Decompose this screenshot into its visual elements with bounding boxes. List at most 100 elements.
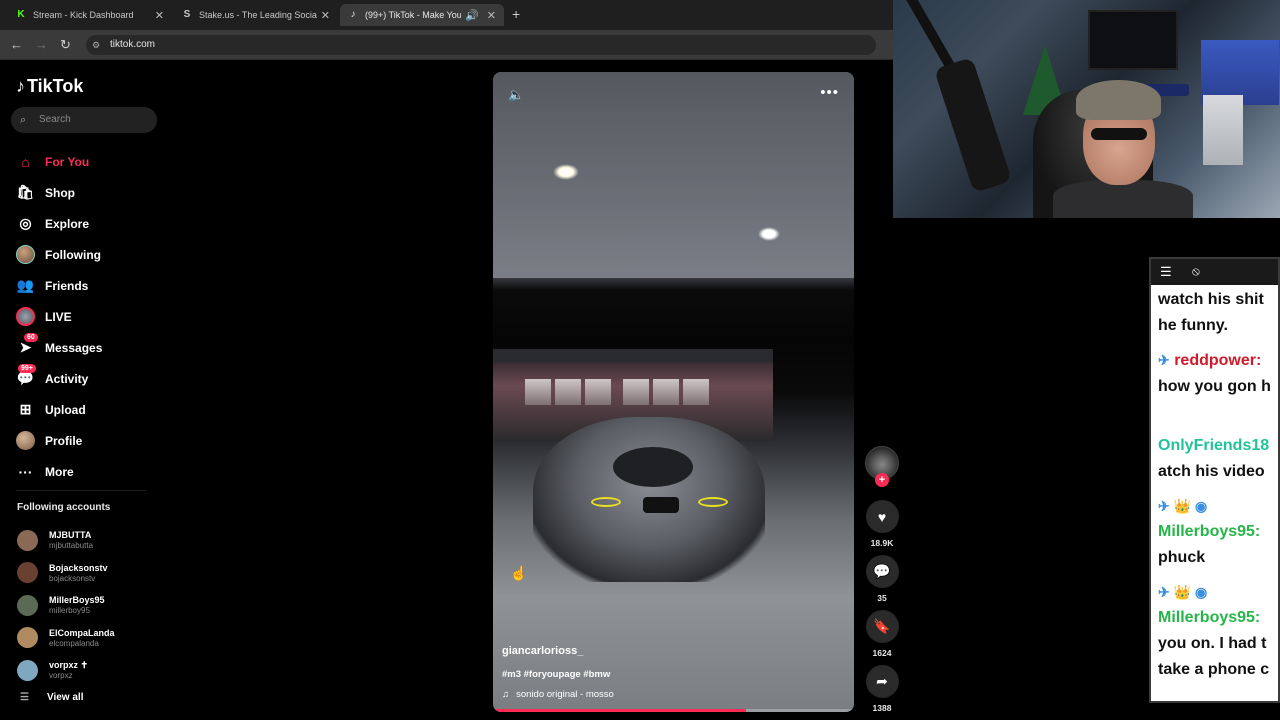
video-frame-car [533, 417, 765, 582]
comment-button[interactable]: 💬 35 [865, 555, 899, 603]
account-item[interactable]: MillerBoys95 millerboy95 [17, 589, 115, 622]
chat-username: Millerboys95: [1158, 523, 1261, 540]
more-options-icon[interactable]: ••• [820, 84, 839, 101]
account-item[interactable]: MJBUTTA mjbuttabutta [17, 524, 115, 557]
video-hashtags[interactable]: #m3 #foryoupage #bmw [502, 669, 610, 680]
save-button[interactable]: 🔖 1624 [865, 610, 899, 658]
url-text: tiktok.com [110, 39, 156, 50]
sidebar-item-explore[interactable]: ◎ Explore [16, 208, 102, 239]
avatar [17, 627, 38, 649]
view-all-link[interactable]: ☰ View all [20, 692, 83, 703]
share-button[interactable]: ➦ 1388 [865, 665, 899, 713]
bookmark-icon: 🔖 [865, 610, 899, 643]
sidebar-item-upload[interactable]: ⊞ Upload [16, 394, 102, 425]
new-tab-button[interactable]: + [512, 6, 520, 22]
stream-chat-overlay: ☰ ⦸ watch his shit he funny. ✈ reddpower… [1149, 257, 1280, 703]
share-arrow-icon: ➦ [865, 665, 899, 698]
sidebar-item-label: Messages [45, 340, 103, 355]
avatar-icon [16, 245, 35, 264]
speaker-icon[interactable]: 🔊 [465, 9, 479, 22]
chat-header: ☰ ⦸ [1151, 259, 1278, 285]
follow-plus-button[interactable]: + [875, 473, 889, 487]
chat-text: take a phone c [1158, 661, 1270, 678]
sidebar-item-profile[interactable]: Profile [16, 425, 102, 456]
account-item[interactable]: ElCompaLanda elcompalanda [17, 622, 115, 655]
mute-toggle-icon[interactable]: 🔈 [508, 87, 524, 103]
browser-tab-bar: K Stream - Kick Dashboard ✕ S Stake.us -… [0, 0, 893, 30]
sidebar-item-shop[interactable]: 🛍 Shop [16, 177, 102, 208]
chat-text: watch his shit [1158, 291, 1264, 308]
avatar [17, 659, 38, 681]
account-item[interactable]: Bojacksonstv bojacksonstv [17, 557, 115, 590]
sidebar-divider [16, 490, 146, 491]
sidebar-item-label: For You [45, 154, 90, 169]
search-placeholder: Search [39, 114, 71, 125]
webcam-tv [1088, 10, 1178, 70]
sidebar-item-more[interactable]: ··· More [16, 456, 102, 487]
comment-icon: 💬 [865, 555, 899, 588]
account-name: ElCompaLanda [49, 627, 115, 638]
account-name: Bojacksonstv [49, 562, 108, 573]
compass-icon: ◎ [19, 215, 32, 231]
sidebar-item-friends[interactable]: 👥 Friends [16, 270, 102, 301]
video-music[interactable]: ♫ sonido original - mosso [502, 689, 614, 700]
video-frame-light [758, 227, 780, 241]
address-bar-row: ← → ↻ ⚙ tiktok.com [0, 30, 893, 60]
following-accounts-list: MJBUTTA mjbuttabutta Bojacksonstv bojackso… [17, 524, 115, 687]
video-progress-bar[interactable] [493, 709, 854, 712]
plus-square-icon: ⊞ [19, 401, 32, 417]
close-tab-icon[interactable]: ✕ [321, 9, 330, 22]
account-item[interactable]: vorpxz ✝ vorpxz [17, 654, 115, 687]
tab-tiktok[interactable]: ♪ (99+) TikTok - Make Your Da 🔊 ✕ [340, 4, 504, 26]
back-arrow-icon[interactable]: ← [10, 37, 23, 52]
sidebar-item-live[interactable]: LIVE [16, 301, 102, 332]
account-name: vorpxz ✝ [49, 660, 89, 671]
stake-favicon-icon: S [183, 9, 191, 20]
reload-icon[interactable]: ↻ [60, 37, 71, 53]
share-count: 1388 [872, 703, 892, 713]
account-username: mjbuttabutta [49, 541, 94, 551]
tab-title: (99+) TikTok - Make Your Da [365, 10, 462, 20]
video-player[interactable]: 🔈 ••• giancarlorioss_ #m3 #foryoupage #b… [493, 72, 854, 712]
block-icon[interactable]: ⦸ [1192, 264, 1200, 279]
list-icon: ☰ [20, 692, 29, 703]
tiktok-logo[interactable]: ♪ TikTok [16, 76, 83, 97]
forward-arrow-icon[interactable]: → [35, 37, 48, 52]
comment-count: 35 [877, 593, 887, 603]
video-frame-light [553, 164, 579, 180]
account-username: elcompalanda [49, 638, 99, 648]
tiktok-favicon-icon: ♪ [350, 9, 356, 20]
tab-kick-dashboard[interactable]: K Stream - Kick Dashboard ✕ [8, 4, 172, 26]
hamburger-menu-icon[interactable]: ☰ [1160, 264, 1172, 280]
mouse-cursor-icon: ☝ [510, 565, 528, 581]
account-username: millerboy95 [49, 606, 90, 616]
webcam-streamer-cap [1076, 80, 1161, 120]
chat-username: reddpower: [1174, 352, 1262, 369]
sidebar-item-label: Profile [45, 433, 83, 448]
like-count: 18.9K [870, 538, 894, 548]
tiktok-note-icon: ♪ [16, 76, 25, 96]
chat-badges-icon: ✈ 👑 ◉ [1158, 584, 1208, 600]
close-tab-icon[interactable]: ✕ [155, 9, 164, 22]
sidebar-item-label: Shop [45, 185, 75, 200]
search-input[interactable]: ⌕ Search [11, 107, 157, 133]
account-username: bojacksonstv [49, 573, 96, 583]
music-note-icon: ♫ [502, 689, 510, 700]
ellipsis-icon: ··· [18, 463, 33, 480]
chat-username: Millerboys95: [1158, 609, 1261, 626]
like-button[interactable]: ♥ 18.9K [865, 500, 899, 548]
sidebar-item-label: Activity [45, 371, 89, 386]
url-field[interactable]: ⚙ tiktok.com [86, 35, 876, 55]
following-accounts-heading: Following accounts [17, 502, 111, 513]
friends-icon: 👥 [16, 277, 35, 293]
site-info-icon[interactable]: ⚙ [92, 35, 100, 55]
close-tab-icon[interactable]: ✕ [487, 9, 496, 22]
video-creator-username[interactable]: giancarlorioss_ [502, 645, 583, 657]
sidebar-item-activity[interactable]: 💬 99+ Activity [16, 363, 102, 394]
tab-stake[interactable]: S Stake.us - The Leading Social C ✕ [174, 4, 338, 26]
account-username: vorpxz [49, 671, 73, 681]
sidebar-item-messages[interactable]: ➤ 60 Messages [16, 332, 102, 363]
tab-title: Stream - Kick Dashboard [33, 10, 134, 20]
sidebar-item-following[interactable]: Following [16, 239, 102, 270]
sidebar-item-for-you[interactable]: ⌂ For You [16, 146, 102, 177]
